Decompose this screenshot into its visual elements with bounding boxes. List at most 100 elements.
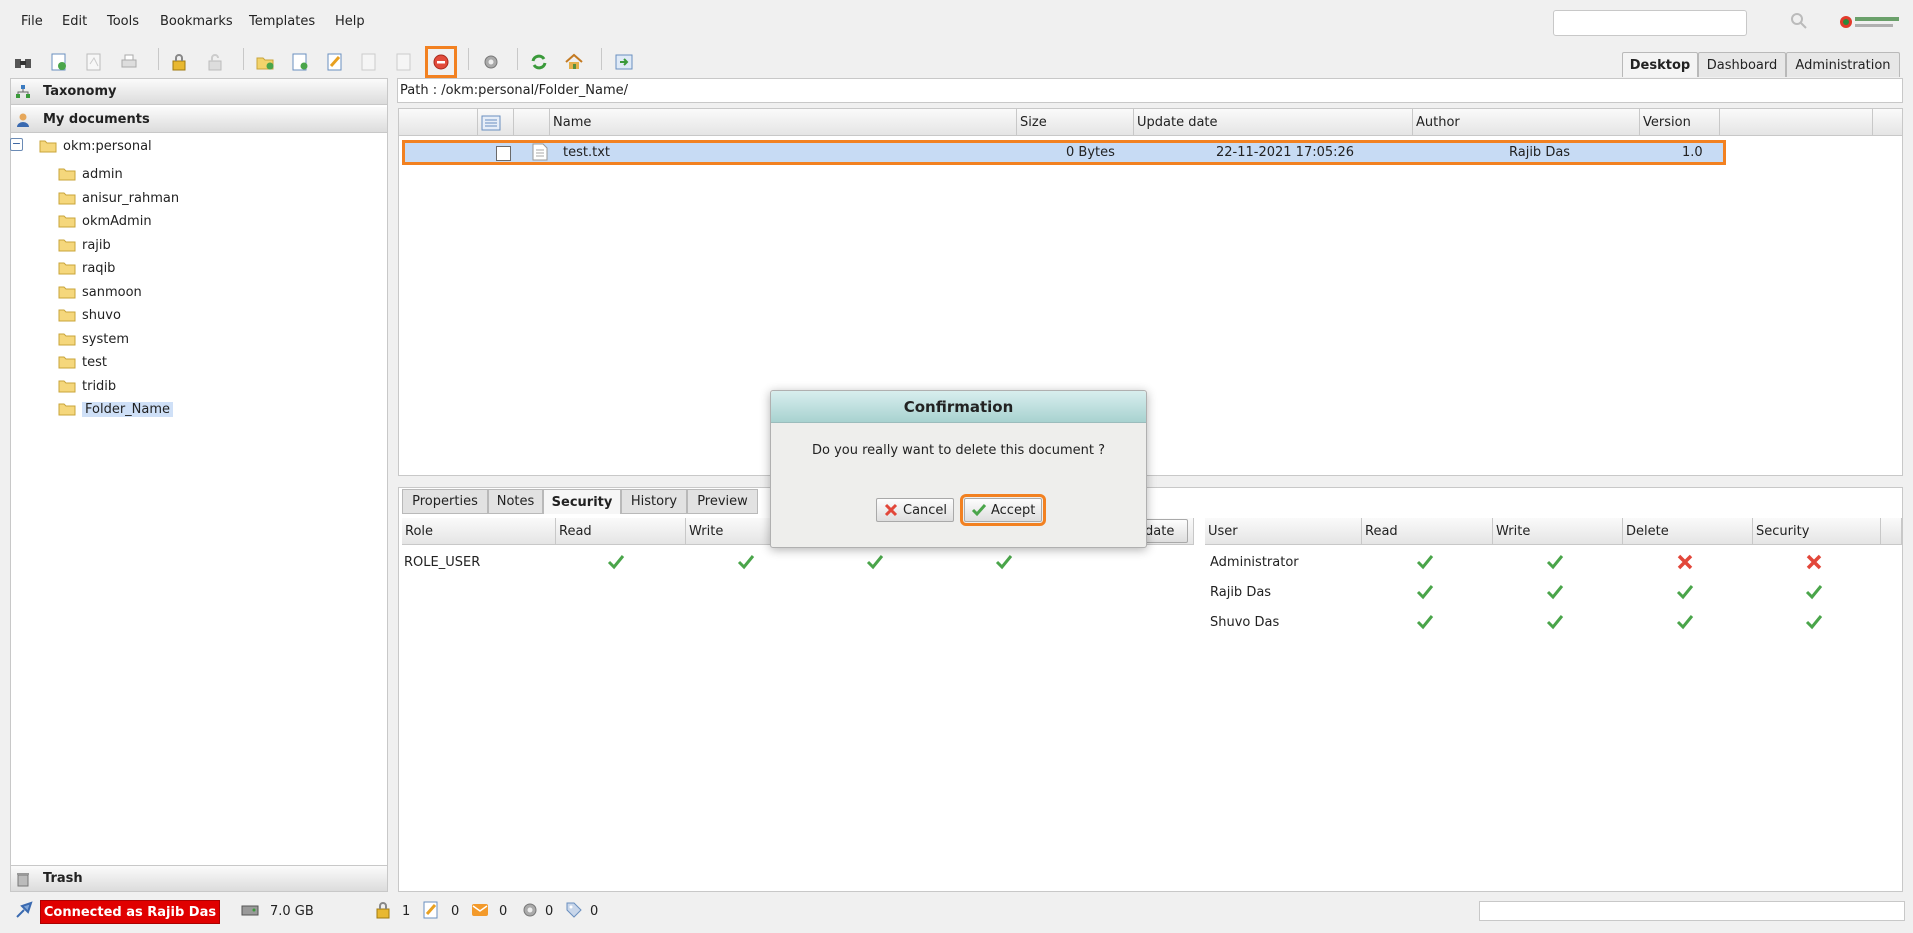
cancel-button[interactable]: Cancel: [876, 498, 955, 522]
user-header-spacer: [1881, 518, 1902, 545]
tab-history[interactable]: History: [621, 489, 687, 514]
edit-document-icon[interactable]: [323, 50, 347, 74]
bookmark-go-icon[interactable]: [612, 50, 636, 74]
check-icon[interactable]: [1805, 583, 1823, 601]
role-read-header: Read: [556, 518, 686, 545]
table-row[interactable]: test.txt 0 Bytes 22-11-2021 17:05:26 Raj…: [402, 140, 1726, 165]
update-security-button[interactable]: date: [1140, 519, 1188, 543]
search-icon[interactable]: [1789, 11, 1811, 33]
check-icon[interactable]: [866, 553, 884, 571]
menu-bookmarks[interactable]: Bookmarks: [160, 14, 233, 29]
download-pdf-icon[interactable]: [82, 50, 106, 74]
toolbar-separator: [158, 48, 159, 70]
folder-icon: [58, 355, 76, 369]
check-icon[interactable]: [607, 553, 625, 571]
cross-icon[interactable]: [1805, 553, 1823, 571]
tree-root-label: okm:personal: [63, 138, 152, 154]
grid-header-update-date[interactable]: Update date: [1134, 109, 1413, 136]
folder-icon: [58, 379, 76, 393]
trash-header[interactable]: Trash: [11, 865, 387, 891]
folder-icon: [58, 214, 76, 228]
grid-header-size[interactable]: Size: [1017, 109, 1134, 136]
grid-header-name[interactable]: Name: [550, 109, 1017, 136]
menu-file[interactable]: File: [21, 14, 43, 29]
row-checkbox[interactable]: [496, 146, 511, 161]
home-icon[interactable]: [562, 50, 586, 74]
tree-folder[interactable]: shuvo: [58, 304, 121, 326]
tree-folder[interactable]: Folder_Name: [58, 398, 174, 420]
refresh-icon[interactable]: [527, 50, 551, 74]
path-bar: Path : /okm:personal/Folder_Name/: [397, 78, 1903, 103]
grid-header-select[interactable]: [478, 109, 514, 136]
settings-icon[interactable]: [479, 50, 503, 74]
my-documents-header[interactable]: My documents: [11, 107, 387, 133]
locked-documents-icon[interactable]: [373, 900, 393, 920]
taxonomy-icon: [15, 84, 37, 100]
tree-folder[interactable]: sanmoon: [58, 281, 142, 303]
check-icon[interactable]: [1416, 553, 1434, 571]
check-icon[interactable]: [1546, 613, 1564, 631]
tree-folder-label: Folder_Name: [82, 401, 174, 417]
tree-folder[interactable]: anisur_rahman: [58, 187, 179, 209]
print-icon[interactable]: [117, 50, 141, 74]
mail-icon[interactable]: [470, 900, 490, 920]
tab-administration[interactable]: Administration: [1786, 52, 1900, 77]
check-icon[interactable]: [1546, 553, 1564, 571]
menu-edit[interactable]: Edit: [62, 14, 87, 29]
workflow-icon[interactable]: [520, 900, 540, 920]
disk-icon: [240, 900, 260, 920]
tab-dashboard[interactable]: Dashboard: [1698, 52, 1786, 77]
add-folder-icon[interactable]: [253, 50, 277, 74]
check-icon[interactable]: [1416, 583, 1434, 601]
tree-folder[interactable]: system: [58, 328, 129, 350]
folder-icon: [58, 332, 76, 346]
tab-security[interactable]: Security: [543, 489, 621, 514]
tab-preview[interactable]: Preview: [687, 489, 758, 514]
check-icon[interactable]: [737, 553, 755, 571]
tree-root[interactable]: okm:personal: [39, 135, 152, 157]
checkin-icon[interactable]: [357, 50, 381, 74]
add-document-icon[interactable]: [288, 50, 312, 74]
tree-folder[interactable]: rajib: [58, 234, 111, 256]
search-input[interactable]: [1553, 10, 1747, 36]
tree-folder[interactable]: test: [58, 351, 107, 373]
tree-folder[interactable]: raqib: [58, 257, 115, 279]
menu-tools[interactable]: Tools: [107, 14, 139, 29]
tree-folder-label: admin: [82, 166, 123, 182]
menu-help[interactable]: Help: [335, 14, 365, 29]
tab-desktop[interactable]: Desktop: [1622, 52, 1698, 77]
check-icon[interactable]: [1676, 613, 1694, 631]
menu-templates[interactable]: Templates: [249, 14, 315, 29]
check-icon[interactable]: [1416, 613, 1434, 631]
check-icon[interactable]: [1805, 613, 1823, 631]
trash-icon: [15, 871, 37, 887]
grid-header-version[interactable]: Version: [1640, 109, 1720, 136]
delete-icon[interactable]: [425, 46, 457, 78]
taxonomy-header[interactable]: Taxonomy: [11, 79, 387, 105]
check-icon[interactable]: [995, 553, 1013, 571]
lock-icon[interactable]: [167, 50, 191, 74]
check-icon[interactable]: [1676, 583, 1694, 601]
tree-folder[interactable]: admin: [58, 163, 123, 185]
tree-collapse-toggle[interactable]: −: [10, 138, 23, 151]
grid-header-author[interactable]: Author: [1413, 109, 1640, 136]
connection-icon: [14, 900, 34, 920]
find-icon[interactable]: [11, 50, 35, 74]
tab-notes[interactable]: Notes: [488, 489, 543, 514]
accept-button[interactable]: Accept: [959, 494, 1047, 526]
tab-properties[interactable]: Properties: [402, 489, 488, 514]
file-name[interactable]: test.txt: [563, 145, 610, 160]
tree-folder[interactable]: tridib: [58, 375, 116, 397]
tag-icon[interactable]: [564, 900, 584, 920]
file-version: 1.0: [1682, 145, 1703, 160]
download-icon[interactable]: [47, 50, 71, 74]
folder-icon: [58, 308, 76, 322]
cross-icon[interactable]: [1676, 553, 1694, 571]
cancel-checkout-icon[interactable]: [392, 50, 416, 74]
disk-usage: 7.0 GB: [270, 904, 314, 919]
check-icon[interactable]: [1546, 583, 1564, 601]
checkout-icon[interactable]: [421, 900, 441, 920]
mail-count: 0: [499, 904, 508, 919]
unlock-icon[interactable]: [203, 50, 227, 74]
tree-folder[interactable]: okmAdmin: [58, 210, 152, 232]
